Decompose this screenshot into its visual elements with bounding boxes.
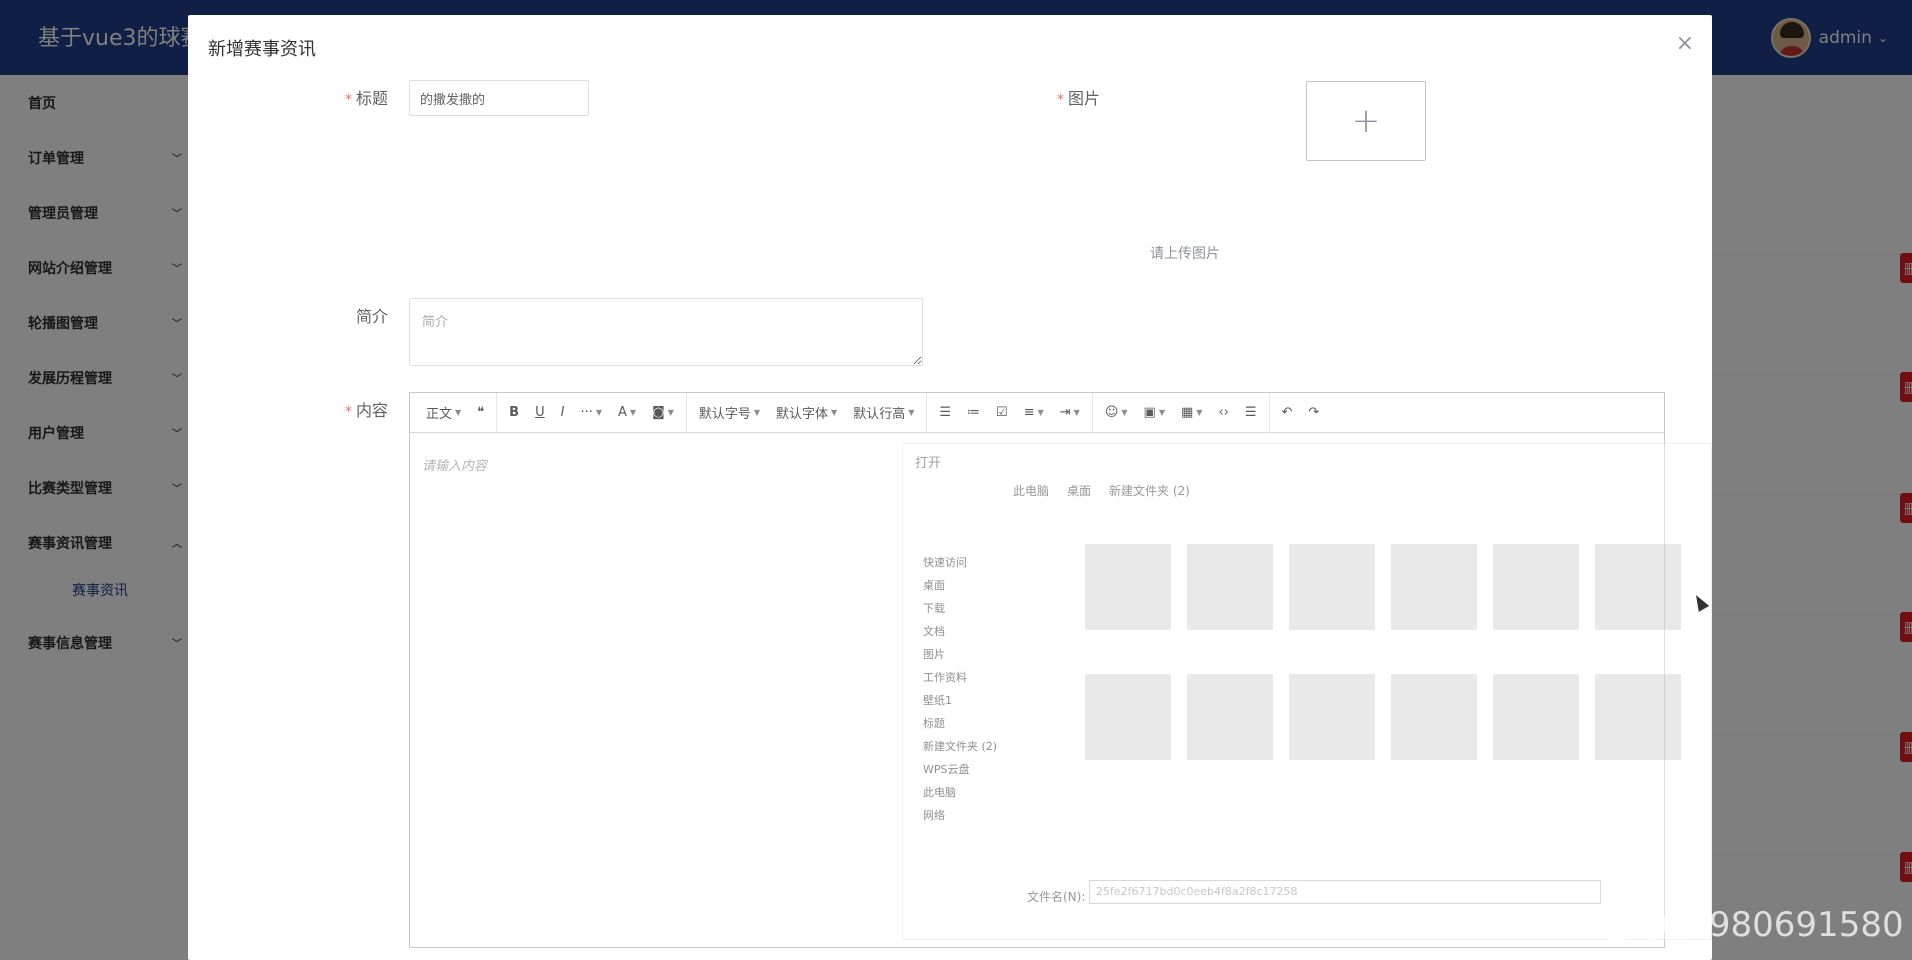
- breadcrumb-item: 此电脑: [1013, 484, 1050, 498]
- folder-tree: 快速访问 桌面 下载 文档 图片 工作资料 壁纸1 标题 新建文件夹 (2) W…: [923, 554, 1053, 830]
- paragraph-select[interactable]: 正文 ▼: [418, 398, 469, 428]
- redo-icon[interactable]: ↷: [1300, 398, 1327, 428]
- bg-color-icon[interactable]: ◙ ▼: [644, 398, 682, 428]
- bullet-list-icon[interactable]: ☰: [931, 398, 959, 428]
- file-thumbnail: [1187, 674, 1273, 760]
- tree-item: 下载: [923, 602, 945, 615]
- tree-item: 网络: [923, 809, 945, 822]
- filename-input[interactable]: 25fe2f6717bd0c0eeb4f8a2f8c17258: [1089, 880, 1601, 904]
- caret-down-icon: ▼: [1037, 408, 1044, 417]
- tree-item: 工作资料: [923, 671, 967, 684]
- tree-item: 此电脑: [923, 786, 956, 799]
- italic-icon[interactable]: I: [553, 398, 573, 428]
- breadcrumb: 此电脑 桌面 新建文件夹 (2): [1013, 482, 1190, 499]
- tree-item: 文档: [923, 625, 945, 638]
- toolbar-divider: [1091, 392, 1093, 433]
- caret-down-icon: ▼: [1196, 408, 1203, 417]
- code-icon[interactable]: ‹›: [1210, 398, 1236, 428]
- file-thumbnail: [1493, 544, 1579, 630]
- caret-down-icon: ▼: [629, 408, 637, 417]
- tree-item: 快速访问: [923, 556, 967, 569]
- underline-icon[interactable]: U: [527, 398, 553, 428]
- line-height-label: 默认行高: [853, 407, 906, 422]
- tree-item: 图片: [923, 648, 945, 661]
- file-thumbnail: [1391, 674, 1477, 760]
- file-thumbnail: [1595, 544, 1681, 630]
- image-upload-button[interactable]: +: [1306, 81, 1426, 161]
- upload-tip: 请上传图片: [1150, 246, 1220, 262]
- editor-toolbar: 正文 ▼ ❝ B U I ··· ▼ A ▼ ◙ ▼ 默认字号 ▼ 默认字体 ▼ 默认行高 ▼…: [410, 392, 1664, 433]
- quote-icon[interactable]: ❝: [469, 398, 492, 428]
- toolbar-divider: [1268, 392, 1270, 433]
- caret-down-icon: ▼: [1121, 408, 1128, 417]
- caret-down-icon: ▼: [1073, 408, 1080, 417]
- caret-down-icon: ▼: [753, 408, 761, 417]
- tree-item: 壁纸1: [923, 694, 952, 707]
- intro-label-text: 简介: [355, 307, 388, 326]
- file-thumbnail: [1187, 544, 1273, 630]
- tree-item: WPS云盘: [923, 763, 970, 776]
- font-size-select[interactable]: 默认字号 ▼: [691, 398, 768, 428]
- todo-icon[interactable]: ☑: [988, 398, 1016, 428]
- image-label: * 图片: [980, 85, 1100, 109]
- toolbar-divider: [926, 392, 928, 433]
- line-height-select[interactable]: 默认行高 ▼: [845, 398, 922, 428]
- filename-label: 文件名(N):: [1027, 890, 1086, 904]
- file-thumbnail: [1289, 544, 1375, 630]
- font-size-label: 默认字号: [698, 407, 751, 422]
- toolbar-divider: [685, 392, 687, 433]
- numbered-list-icon[interactable]: ≔: [959, 398, 988, 428]
- more-icon[interactable]: ··· ▼: [572, 398, 610, 428]
- align-icon[interactable]: ≡ ▼: [1016, 398, 1052, 428]
- caret-down-icon: ▼: [1158, 408, 1165, 417]
- font-color-icon[interactable]: A ▼: [610, 398, 644, 428]
- watermark: CSDN @QQ1980691580: [1492, 905, 1904, 945]
- breadcrumb-item: 新建文件夹 (2): [1109, 484, 1190, 498]
- file-thumbnail: [1085, 544, 1171, 630]
- undo-icon[interactable]: ↶: [1274, 398, 1301, 428]
- breadcrumb-item: 桌面: [1067, 484, 1092, 498]
- tree-item: 新建文件夹 (2): [923, 740, 998, 753]
- image-label-text: 图片: [1067, 89, 1100, 108]
- caret-down-icon: ▼: [595, 408, 603, 417]
- file-thumbnail: [1493, 674, 1579, 760]
- close-icon[interactable]: ×: [1676, 33, 1694, 55]
- divider-icon[interactable]: ☰: [1237, 398, 1265, 428]
- paragraph-select-label: 正文: [426, 407, 453, 422]
- file-thumbnail: [1085, 674, 1171, 760]
- indent-icon[interactable]: ⇥ ▼: [1052, 398, 1088, 428]
- tree-item: 桌面: [923, 579, 945, 592]
- file-thumbnail: [1289, 674, 1375, 760]
- editor-placeholder[interactable]: 请输入内容: [422, 455, 487, 474]
- required-mark: *: [1056, 92, 1064, 108]
- caret-down-icon: ▼: [455, 408, 462, 417]
- caret-down-icon: ▼: [831, 408, 838, 417]
- file-open-dialog-ghost: 打开 此电脑 桌面 新建文件夹 (2) 快速访问 桌面 下载 文档 图片 工作资…: [902, 443, 1712, 940]
- caret-down-icon: ▼: [667, 408, 674, 417]
- required-mark: *: [344, 92, 352, 108]
- emoji-icon[interactable]: ☺ ▼: [1097, 398, 1136, 428]
- required-mark: *: [344, 404, 352, 420]
- file-thumbnail: [1595, 674, 1681, 760]
- image-icon[interactable]: ▣ ▼: [1136, 398, 1173, 428]
- bold-icon[interactable]: B: [501, 398, 527, 428]
- title-label: * 标题: [268, 85, 388, 109]
- title-label-text: 标题: [355, 89, 388, 108]
- file-dialog-title: 打开: [915, 456, 942, 471]
- intro-textarea[interactable]: [409, 298, 923, 366]
- toolbar-divider: [496, 392, 498, 433]
- tree-item: 标题: [923, 717, 945, 730]
- table-icon[interactable]: ▦ ▼: [1173, 398, 1210, 428]
- intro-label: 简介: [268, 303, 388, 327]
- content-label: * 内容: [268, 397, 388, 421]
- file-thumbnail: [1391, 544, 1477, 630]
- title-input[interactable]: [409, 80, 589, 116]
- dialog-title: 新增赛事资讯: [208, 39, 316, 60]
- caret-down-icon: ▼: [908, 408, 915, 417]
- font-family-select[interactable]: 默认字体 ▼: [768, 398, 845, 428]
- font-family-label: 默认字体: [776, 407, 829, 422]
- content-label-text: 内容: [355, 401, 388, 420]
